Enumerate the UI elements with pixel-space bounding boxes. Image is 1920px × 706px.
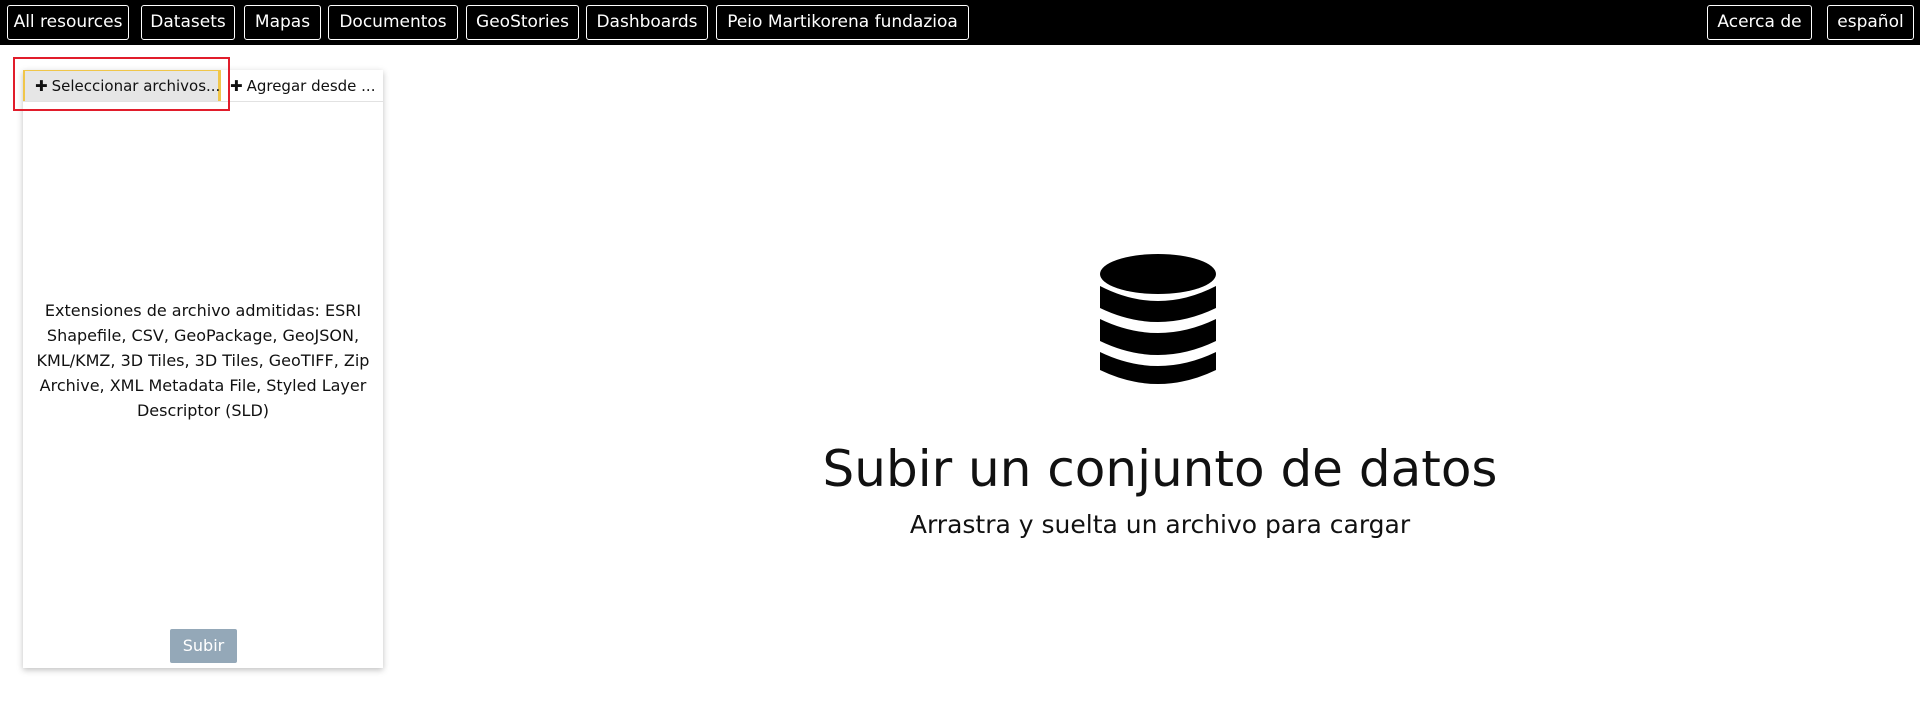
upload-submit-button[interactable]: Subir: [170, 629, 237, 663]
nav-dashboards[interactable]: Dashboards: [586, 5, 708, 40]
supported-extensions-text: Extensiones de archivo admitidas: ESRI S…: [36, 301, 370, 420]
upload-panel: ✚ Seleccionar archivos... ✚ Agregar desde …: [23, 70, 383, 668]
page-subtitle: Arrastra y suelta un archivo para cargar: [909, 510, 1411, 539]
plus-icon: ✚: [230, 77, 243, 95]
top-navigation-bar: All resources Datasets Mapas Documentos …: [0, 0, 1920, 45]
nav-maps[interactable]: Mapas: [244, 5, 321, 40]
nav-documents[interactable]: Documentos: [328, 5, 458, 40]
nav-datasets[interactable]: Datasets: [141, 5, 235, 40]
focus-highlight-box: [13, 57, 230, 111]
language-selector[interactable]: español: [1827, 5, 1914, 40]
nav-all-resources[interactable]: All resources: [7, 5, 129, 40]
nav-about[interactable]: Acerca de: [1707, 5, 1812, 40]
nav-peio-martikorena-fundazioa[interactable]: Peio Martikorena fundazioa: [716, 5, 969, 40]
nav-geostories[interactable]: GeoStories: [466, 5, 579, 40]
add-from-url-label: Agregar desde ...: [246, 77, 376, 95]
database-icon: [1100, 254, 1216, 384]
page-title: Subir un conjunto de datos: [822, 440, 1498, 498]
add-from-url-tab[interactable]: ✚ Agregar desde ...: [230, 70, 376, 101]
